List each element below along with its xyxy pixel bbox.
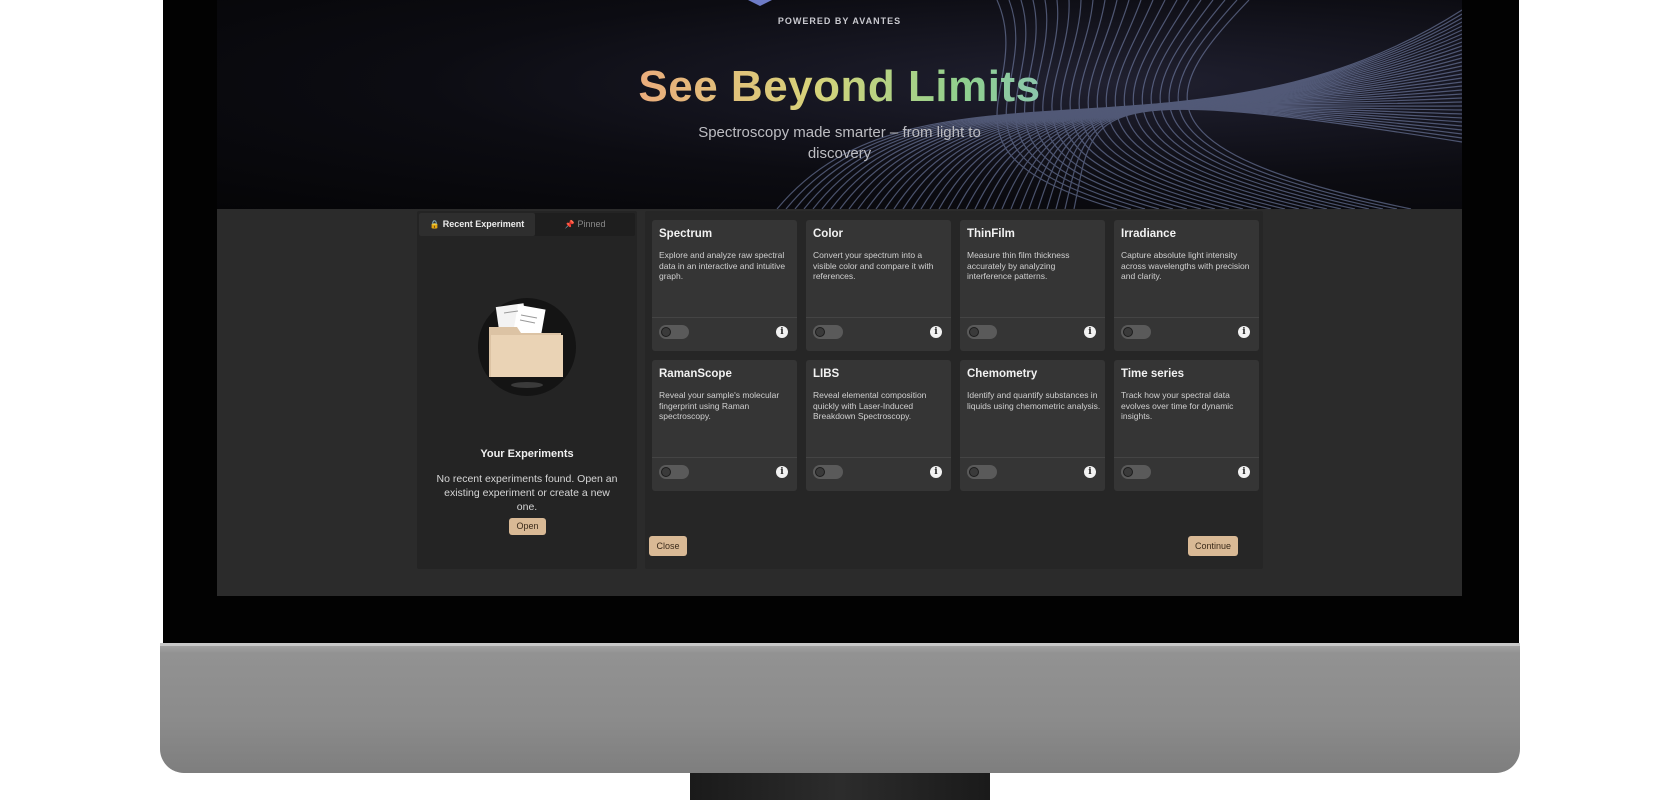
tab-pinned[interactable]: 📌 Pinned: [535, 213, 635, 236]
module-toggle[interactable]: [967, 465, 997, 479]
card-divider: [1114, 457, 1259, 458]
close-button[interactable]: Close: [649, 536, 687, 556]
tab-label: Recent Experiment: [442, 219, 525, 229]
module-card-time-series: Time series Track how your spectral data …: [1114, 360, 1259, 491]
module-toggle[interactable]: [813, 465, 843, 479]
tab-label: Pinned: [577, 219, 606, 229]
monitor-chin-edge: [160, 643, 1520, 646]
module-toggle[interactable]: [1121, 325, 1151, 339]
continue-button[interactable]: Continue: [1188, 536, 1238, 556]
lock-icon: 🔒: [429, 220, 440, 229]
card-divider: [1114, 317, 1259, 318]
module-toggle[interactable]: [659, 465, 689, 479]
experiment-tabs: 🔒 Recent Experiment 📌 Pinned: [419, 213, 635, 236]
avantes-logo-icon: [748, 0, 772, 6]
module-description: Explore and analyze raw spectral data in…: [659, 250, 786, 281]
info-icon[interactable]: i: [1084, 326, 1096, 338]
info-icon[interactable]: i: [1238, 326, 1250, 338]
monitor-stand: [690, 773, 990, 800]
powered-by-label: POWERED BY AVANTES: [777, 16, 902, 26]
card-divider: [652, 317, 797, 318]
module-description: Capture absolute light intensity across …: [1121, 250, 1250, 281]
card-divider: [960, 457, 1105, 458]
module-title: LIBS: [813, 368, 840, 380]
module-description: Reveal elemental composition quickly wit…: [813, 390, 927, 421]
hero-subtitle: Spectroscopy made smarter – from light t…: [698, 124, 981, 162]
module-card-color: Color Convert your spectrum into a visibl…: [806, 220, 951, 351]
module-title: ThinFilm: [967, 228, 1015, 240]
module-description: Identify and quantify substances in liqu…: [967, 390, 1101, 411]
module-title: Spectrum: [659, 228, 713, 240]
card-divider: [652, 457, 797, 458]
info-icon[interactable]: i: [1238, 466, 1250, 478]
module-title: Time series: [1121, 368, 1185, 380]
empty-state-message: No recent experiments found. Open an exi…: [436, 473, 618, 513]
module-description: Reveal your sample's molecular fingerpri…: [659, 390, 780, 421]
module-card-thinfilm: ThinFilm Measure thin film thickness accu…: [960, 220, 1105, 351]
module-card-spectrum: Spectrum Explore and analyze raw spectral…: [652, 220, 797, 351]
folder-with-documents-icon: [477, 297, 577, 397]
module-card-ramanscope: RamanScope Reveal your sample's molecular…: [652, 360, 797, 491]
module-description: Measure thin film thickness accurately b…: [967, 250, 1070, 281]
info-icon[interactable]: i: [1084, 466, 1096, 478]
pin-icon: 📌: [564, 220, 575, 229]
info-icon[interactable]: i: [776, 326, 788, 338]
module-card-chemometry: Chemometry Identify and quantify substanc…: [960, 360, 1105, 491]
module-title: Irradiance: [1121, 228, 1176, 240]
module-toggle[interactable]: [659, 325, 689, 339]
module-title: Chemometry: [967, 368, 1038, 380]
tab-recent-experiment[interactable]: 🔒 Recent Experiment: [419, 213, 535, 236]
module-toggle[interactable]: [813, 325, 843, 339]
module-title: RamanScope: [659, 368, 732, 380]
experiments-heading: Your Experiments: [480, 448, 574, 460]
module-description: Track how your spectral data evolves ove…: [1121, 390, 1234, 421]
info-icon[interactable]: i: [930, 466, 942, 478]
module-title: Color: [813, 228, 844, 240]
wave-line: [821, 29, 1462, 209]
card-divider: [806, 457, 951, 458]
module-description: Convert your spectrum into a visible col…: [813, 250, 934, 281]
experiments-panel: 🔒 Recent Experiment 📌 Pinned Your Experime…: [417, 211, 637, 569]
card-divider: [960, 317, 1105, 318]
module-card-irradiance: Irradiance Capture absolute light intensi…: [1114, 220, 1259, 351]
hero-title: See Beyond Limits: [217, 62, 1462, 112]
hero-banner: POWERED BY AVANTES See Beyond Limits Spe…: [217, 0, 1462, 209]
app-screen: POWERED BY AVANTES See Beyond Limits Spe…: [217, 0, 1462, 596]
module-toggle[interactable]: [1121, 465, 1151, 479]
open-button[interactable]: Open: [509, 518, 546, 535]
info-icon[interactable]: i: [776, 466, 788, 478]
info-icon[interactable]: i: [930, 326, 942, 338]
modules-panel: Spectrum Explore and analyze raw spectral…: [645, 211, 1263, 569]
module-card-libs: LIBS Reveal elemental composition quickly…: [806, 360, 951, 491]
monitor-chin: [160, 643, 1520, 773]
module-toggle[interactable]: [967, 325, 997, 339]
card-divider: [806, 317, 951, 318]
